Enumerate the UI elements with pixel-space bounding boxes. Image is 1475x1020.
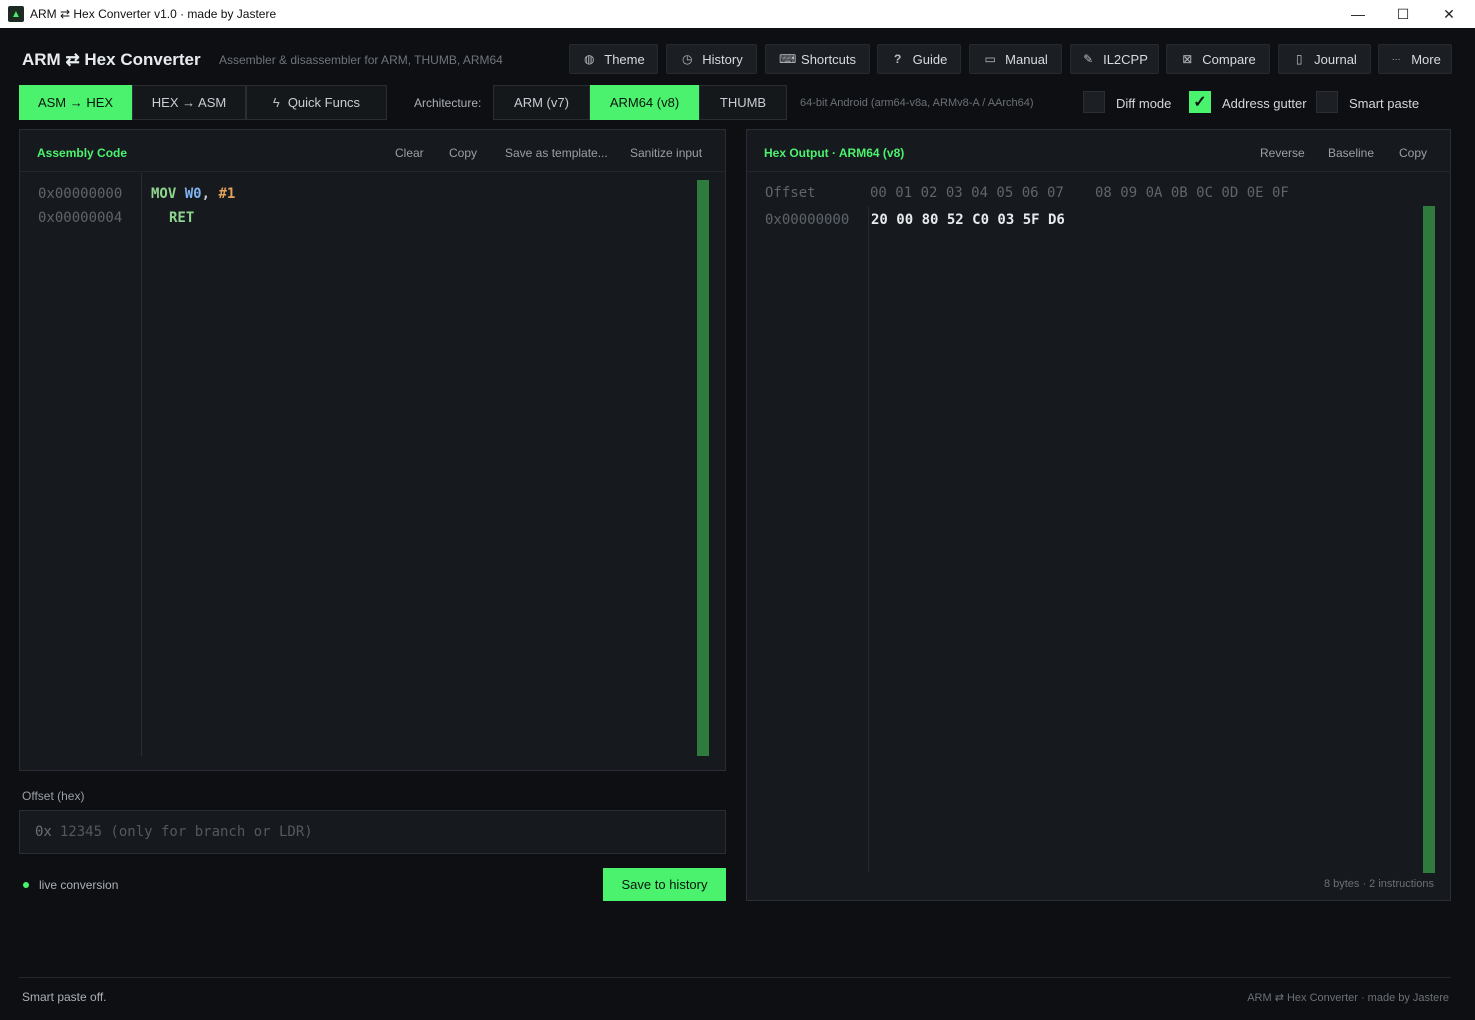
smart-paste-label: Smart paste: [1349, 96, 1420, 111]
journal-button-label: Journal: [1314, 51, 1357, 67]
address-gutter-checkbox[interactable]: ✓: [1189, 91, 1211, 113]
gutter-address: 0x00000004: [38, 210, 123, 226]
window-title: ARM ⇄ Hex Converter v1.0 · made by Jaste…: [30, 7, 277, 21]
compare-button[interactable]: ⊠ Compare: [1166, 44, 1270, 74]
title-bar: ▲ ARM ⇄ Hex Converter v1.0 · made by Jas…: [0, 0, 1475, 28]
minimize-button[interactable]: —: [1335, 0, 1381, 28]
compare-button-label: Compare: [1202, 51, 1256, 67]
tab-quick-funcs-label: Quick Funcs: [287, 95, 361, 110]
pin-icon: ✎: [1083, 52, 1094, 66]
theme-button[interactable]: ◍ Theme: [569, 44, 658, 74]
hex-scrollbar[interactable]: [1423, 206, 1435, 873]
mnemonic: RET: [169, 210, 195, 226]
footer-credit: ARM ⇄ Hex Converter · made by Jastere: [1247, 992, 1449, 1004]
keyboard-icon: ⌨: [779, 52, 797, 66]
architecture-label: Architecture:: [414, 96, 482, 110]
close-button[interactable]: ✕: [1426, 0, 1472, 28]
palette-icon: ◍: [584, 52, 595, 66]
smart-paste-checkbox[interactable]: [1316, 91, 1338, 113]
hex-row-offset: 0x00000000: [765, 212, 850, 228]
gutter-address: 0x00000000: [38, 186, 123, 202]
guide-button-label: Guide: [912, 51, 948, 67]
arch-tab-arm-v7[interactable]: ARM (v7): [493, 85, 590, 120]
hex-panel-title: Hex Output · ARM64 (v8): [764, 146, 905, 160]
il2cpp-button-label: IL2CPP: [1103, 51, 1148, 67]
tab-asm-to-hex[interactable]: ASM → HEX: [19, 85, 132, 120]
baseline-button[interactable]: Baseline: [1328, 146, 1374, 160]
copy-asm-button[interactable]: Copy: [449, 146, 477, 160]
guide-button[interactable]: ? Guide: [877, 44, 961, 74]
arch-tab-arm64-v8[interactable]: ARM64 (v8): [590, 85, 699, 120]
offset-placeholder: 12345 (only for branch or LDR): [59, 824, 313, 840]
offset-input[interactable]: 0x 12345 (only for branch or LDR): [19, 810, 726, 854]
code-line: MOV W0, #1: [151, 186, 235, 202]
copy-hex-button[interactable]: Copy: [1399, 146, 1427, 160]
assembly-editor[interactable]: MOV W0, #1 RET: [143, 173, 697, 756]
save-template-button[interactable]: Save as template...: [505, 146, 608, 160]
clear-button[interactable]: Clear: [395, 146, 424, 160]
diff-mode-checkbox[interactable]: [1083, 91, 1105, 113]
address-gutter: 0x00000000 0x00000004: [20, 173, 142, 756]
journal-icon: ▯: [1295, 52, 1303, 66]
question-icon: ?: [893, 52, 902, 66]
hex-stats: 8 bytes · 2 instructions: [1323, 878, 1434, 890]
diff-mode-label: Diff mode: [1116, 96, 1172, 111]
hex-header-cols-high: 08 09 0A 0B 0C 0D 0E 0F: [1095, 185, 1289, 201]
hex-gutter-divider: [868, 206, 869, 872]
theme-button-label: Theme: [604, 51, 645, 67]
shortcuts-button[interactable]: ⌨ Shortcuts: [765, 44, 870, 74]
offset-label: Offset (hex): [22, 789, 85, 803]
immediate: #1: [218, 186, 236, 202]
hex-panel-header: Hex Output · ARM64 (v8) Reverse Baseline…: [747, 130, 1450, 172]
hex-row-bytes[interactable]: 20 00 80 52 C0 03 5F D6: [871, 212, 1065, 228]
hex-output-panel: Hex Output · ARM64 (v8) Reverse Baseline…: [746, 129, 1451, 901]
save-to-history-button[interactable]: Save to history: [603, 868, 726, 901]
app-subtitle: Assembler & disassembler for ARM, THUMB,…: [219, 53, 503, 67]
app-icon: ▲: [8, 6, 24, 22]
history-button[interactable]: ◷ History: [666, 44, 757, 74]
hex-header-cols-low: 00 01 02 03 04 05 06 07: [870, 185, 1064, 201]
status-message: Smart paste off.: [22, 990, 107, 1004]
address-gutter-label: Address gutter: [1222, 96, 1307, 111]
more-icon: ···: [1391, 54, 1401, 64]
mnemonic: MOV: [151, 186, 177, 202]
shortcuts-button-label: Shortcuts: [801, 51, 856, 67]
maximize-button[interactable]: ☐: [1380, 0, 1426, 28]
assembly-scrollbar[interactable]: [697, 180, 709, 756]
footer-divider: [19, 977, 1451, 978]
app-name: ARM ⇄ Hex Converter: [22, 50, 201, 69]
tab-hex-to-asm[interactable]: HEX → ASM: [132, 85, 246, 120]
manual-button-label: Manual: [1005, 51, 1048, 67]
book-icon: ▭: [984, 52, 996, 66]
live-conversion-label: live conversion: [39, 878, 119, 892]
code-line: RET: [169, 210, 194, 226]
manual-button[interactable]: ▭ Manual: [969, 44, 1062, 74]
register: W0: [184, 186, 202, 202]
assembly-panel-title: Assembly Code: [37, 146, 128, 160]
live-indicator-dot: [23, 882, 29, 888]
separator: ,: [201, 186, 211, 202]
offset-prefix: 0x: [35, 824, 52, 840]
reverse-button[interactable]: Reverse: [1260, 146, 1305, 160]
history-button-label: History: [702, 51, 743, 67]
bolt-icon: ϟ: [272, 95, 280, 110]
hex-header-offset: Offset: [765, 185, 816, 201]
more-button[interactable]: ··· More: [1378, 44, 1452, 74]
tab-quick-funcs[interactable]: ϟ Quick Funcs: [246, 85, 387, 120]
more-button-label: More: [1411, 51, 1441, 67]
assembly-panel: Assembly Code Clear Copy Save as templat…: [19, 129, 726, 771]
il2cpp-button[interactable]: ✎ IL2CPP: [1070, 44, 1159, 74]
sanitize-input-button[interactable]: Sanitize input: [630, 146, 702, 160]
clock-icon: ◷: [682, 52, 693, 66]
assembly-panel-header: Assembly Code Clear Copy Save as templat…: [20, 130, 725, 172]
journal-button[interactable]: ▯ Journal: [1278, 44, 1371, 74]
arch-tab-thumb[interactable]: THUMB: [699, 85, 787, 120]
architecture-description: 64-bit Android (arm64-v8a, ARMv8-A / AAr…: [800, 97, 1034, 109]
compare-icon: ⊠: [1182, 52, 1193, 66]
